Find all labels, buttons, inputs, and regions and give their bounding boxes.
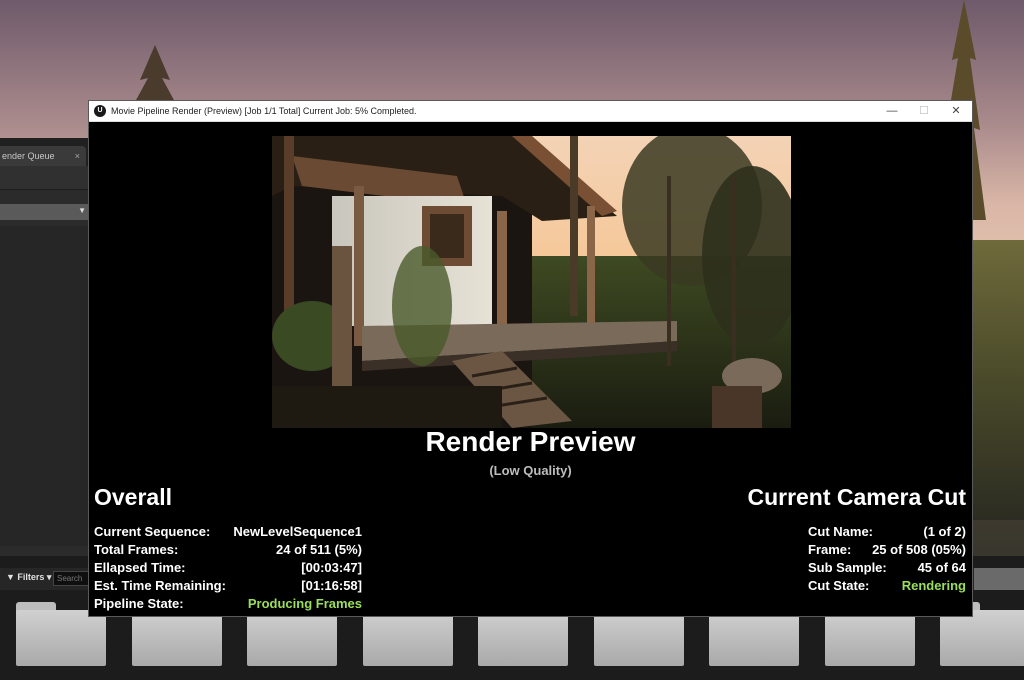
render-queue-tab[interactable]: ender Queue ×	[0, 146, 86, 166]
total-frames-value: 24 of 511 (5%)	[276, 542, 362, 557]
cut-name-label: Cut Name:	[808, 524, 874, 539]
total-frames-label: Total Frames:	[94, 542, 179, 557]
stat-row: Est. Time Remaining: [01:16:58]	[94, 578, 362, 596]
overall-stats: Current Sequence: NewLevelSequence1 Tota…	[94, 524, 362, 614]
stat-row: Sub Sample: 45 of 64	[808, 560, 966, 578]
unreal-logo-icon: U	[94, 105, 106, 117]
time-remaining-label: Est. Time Remaining:	[94, 578, 226, 593]
chevron-down-icon: ▼	[78, 206, 86, 215]
toolbar-right-bar	[974, 568, 1024, 590]
stat-row: Pipeline State: Producing Frames	[94, 596, 362, 614]
sub-sample-label: Sub Sample:	[808, 560, 887, 575]
minimize-button[interactable]: —	[876, 101, 908, 122]
editor-row	[0, 166, 90, 190]
cut-state-label: Cut State:	[808, 578, 870, 593]
stat-row: Cut Name: (1 of 2)	[808, 524, 966, 542]
editor-panel	[0, 226, 90, 546]
close-button[interactable]: ✕	[940, 101, 972, 122]
editor-dropdown[interactable]: ▼	[0, 204, 90, 220]
current-sequence-label: Current Sequence:	[94, 524, 211, 539]
cut-name-value: (1 of 2)	[923, 524, 966, 539]
search-input[interactable]: Search	[53, 571, 89, 586]
elapsed-time-value: [00:03:47]	[301, 560, 362, 575]
time-remaining-value: [01:16:58]	[301, 578, 362, 593]
stat-row: Current Sequence: NewLevelSequence1	[94, 524, 362, 542]
window-title: Movie Pipeline Render (Preview) [Job 1/1…	[111, 106, 417, 116]
preview-title: Render Preview	[425, 426, 636, 457]
tab-label: ender Queue	[2, 151, 55, 161]
camera-cut-heading: Current Camera Cut	[747, 484, 966, 510]
render-preview-image	[272, 136, 791, 428]
frame-value: 25 of 508 (05%)	[872, 542, 966, 557]
filters-button[interactable]: ▼ Filters ▾	[6, 572, 51, 583]
background-hill	[964, 240, 1024, 520]
stat-row: Ellapsed Time: [00:03:47]	[94, 560, 362, 578]
close-icon[interactable]: ×	[75, 146, 80, 166]
title-bar[interactable]: U Movie Pipeline Render (Preview) [Job 1…	[89, 101, 972, 122]
cut-state-value: Rendering	[901, 578, 966, 593]
elapsed-time-label: Ellapsed Time:	[94, 560, 186, 575]
stat-row: Cut State: Rendering	[808, 578, 966, 596]
pipeline-state-value: Producing Frames	[247, 596, 362, 611]
overall-heading: Overall	[94, 484, 172, 510]
editor-left-panel: ender Queue × ▼	[0, 138, 90, 558]
frame-label: Frame:	[808, 542, 852, 557]
render-preview-window: U Movie Pipeline Render (Preview) [Job 1…	[88, 100, 973, 617]
preview-subtitle: (Low Quality)	[489, 463, 572, 478]
sub-sample-value: 45 of 64	[917, 560, 966, 575]
maximize-button[interactable]: ☐	[908, 101, 940, 122]
stat-row: Total Frames: 24 of 511 (5%)	[94, 542, 362, 560]
camera-cut-stats: Cut Name: (1 of 2) Frame: 25 of 508 (05%…	[808, 524, 966, 596]
stat-row: Frame: 25 of 508 (05%)	[808, 542, 966, 560]
pipeline-state-label: Pipeline State:	[94, 596, 184, 611]
current-sequence-value: NewLevelSequence1	[233, 524, 362, 539]
